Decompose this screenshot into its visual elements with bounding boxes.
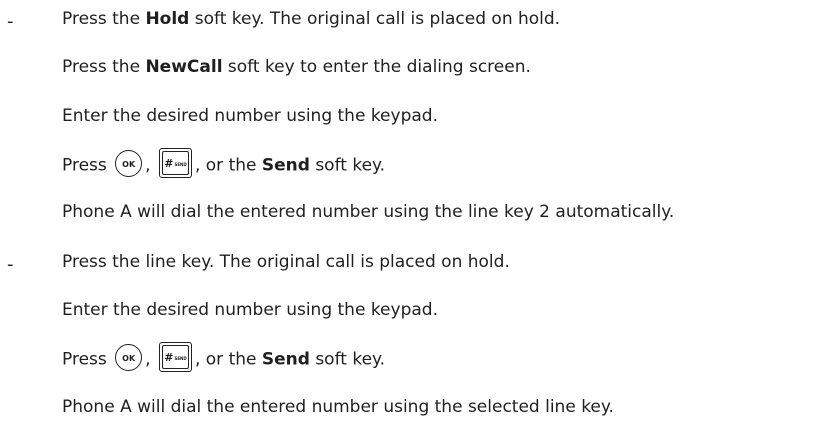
text: , [145,155,151,176]
send-softkey-label: Send [261,155,310,176]
text: Press the [62,57,146,77]
hash-symbol: # [164,156,174,170]
send-sublabel: SEND [174,355,187,361]
instruction-hold: Press the Hold soft key. The original ca… [62,8,560,30]
text: , [145,349,151,370]
instruction-enter-number-2: Enter the desired number using the keypa… [62,300,438,320]
newcall-softkey-label: NewCall [145,57,223,77]
instruction-dial-selected-line: Phone A will dial the entered number usi… [62,397,614,417]
text: Press [62,155,107,176]
text: Press the [62,9,146,29]
text: , or the [194,155,262,176]
instruction-press-send: Press OK, # SEND, or the Send soft key. [62,148,386,178]
ok-key-icon: OK [115,344,143,371]
text: Press [62,349,107,370]
text: soft key. [309,155,386,176]
text: , or the [194,349,262,370]
text: soft key. [309,349,386,370]
text: soft key to enter the dialing screen. [222,57,531,77]
hold-softkey-label: Hold [145,9,190,29]
instruction-dial-line2: Phone A will dial the entered number usi… [62,202,675,222]
instruction-enter-number: Enter the desired number using the keypa… [62,106,438,126]
instruction-newcall: Press the NewCall soft key to enter the … [62,56,531,78]
send-softkey-label: Send [261,349,310,370]
bullet-dash-2: - [7,254,14,275]
instruction-press-send-2: Press OK, # SEND, or the Send soft key. [62,342,386,372]
text: soft key. The original call is placed on… [189,9,561,29]
send-sublabel: SEND [174,161,187,167]
hash-send-key-icon: # SEND [158,342,192,372]
hash-symbol: # [164,350,174,364]
ok-key-icon: OK [115,150,143,177]
bullet-dash-1: - [7,11,14,32]
hash-send-key-icon: # SEND [158,148,192,178]
instruction-press-line-key: Press the line key. The original call is… [62,252,510,272]
